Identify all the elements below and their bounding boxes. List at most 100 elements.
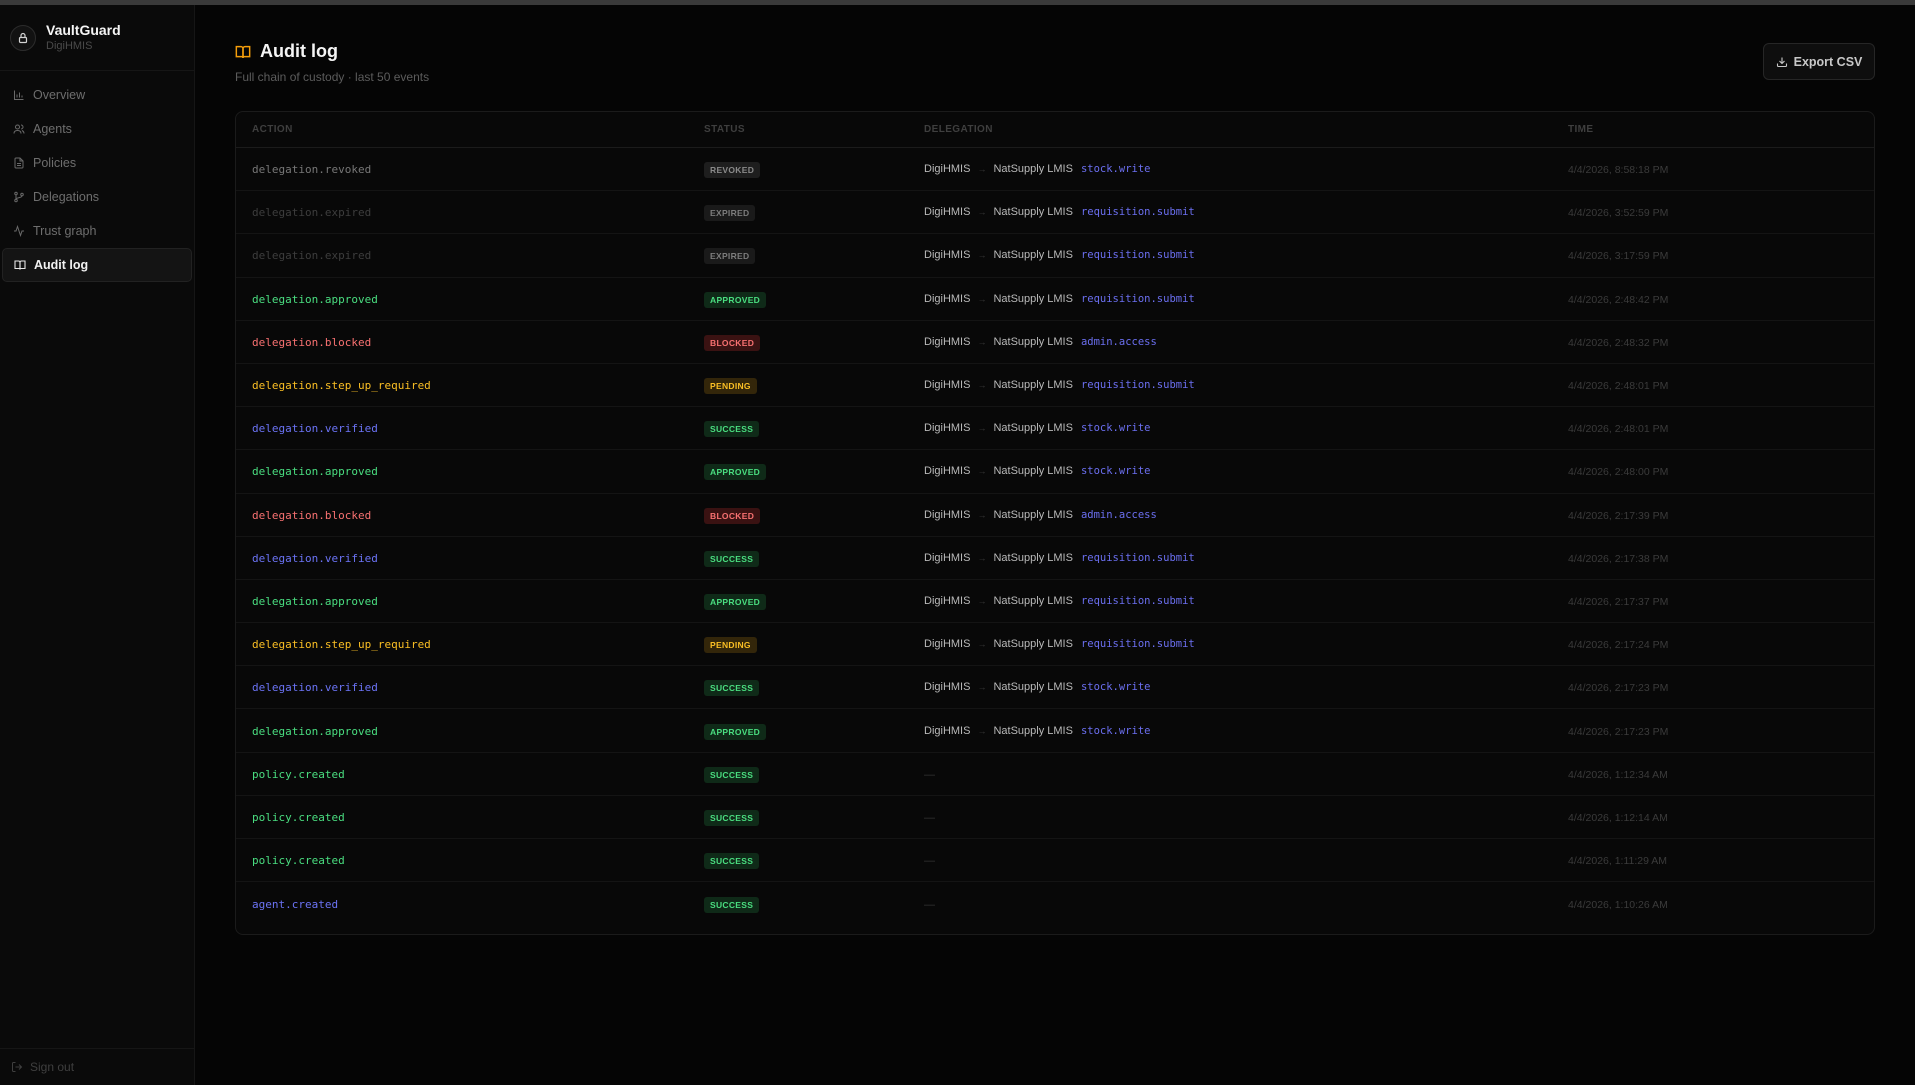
column-header-delegation: DELEGATION — [924, 124, 993, 135]
sidebar-item-audit-log[interactable]: Audit log — [2, 248, 192, 282]
sidebar-item-label: Overview — [33, 88, 86, 102]
delegation-cell: — — [924, 765, 1568, 783]
arrow-right-icon: → — [977, 380, 987, 391]
sign-out-button[interactable]: Sign out — [0, 1048, 194, 1085]
book-icon — [13, 258, 27, 272]
brand: VaultGuard DigiHMIS — [0, 5, 194, 71]
action-cell: delegation.expired — [236, 246, 704, 264]
status-badge: BLOCKED — [704, 507, 761, 524]
time-cell: 4/4/2026, 2:48:01 PM — [1568, 376, 1874, 394]
table-row[interactable]: policy.created SUCCESS — 4/4/2026, 1:11:… — [236, 839, 1874, 883]
delegation-scope: requisition.submit — [1080, 638, 1195, 651]
table-row[interactable]: delegation.approved APPROVED DigiHMIS → … — [236, 450, 1874, 494]
table-header: ACTION STATUS DELEGATION TIME — [236, 112, 1874, 148]
main-content: Audit log Full chain of custody · last 5… — [195, 5, 1915, 1085]
timestamp: 4/4/2026, 8:58:18 PM — [1568, 164, 1669, 177]
action-text: delegation.expired — [252, 249, 372, 263]
timestamp: 4/4/2026, 2:17:37 PM — [1568, 595, 1669, 608]
column-header-status: STATUS — [704, 124, 745, 135]
table-row[interactable]: delegation.approved APPROVED DigiHMIS → … — [236, 278, 1874, 321]
time-cell: 4/4/2026, 2:48:00 PM — [1568, 462, 1874, 480]
delegation-cell: DigiHMIS → NatSupply LMIS stock.write — [924, 422, 1568, 434]
action-cell: delegation.step_up_required — [236, 635, 704, 653]
export-csv-button[interactable]: Export CSV — [1763, 43, 1875, 80]
timestamp: 4/4/2026, 3:52:59 PM — [1568, 207, 1669, 220]
status-badge: SUCCESS — [704, 766, 760, 783]
status-badge: EXPIRED — [704, 248, 756, 265]
action-text: delegation.step_up_required — [252, 638, 431, 652]
sign-out-label: Sign out — [30, 1060, 75, 1074]
action-text: policy.created — [252, 854, 345, 868]
arrow-right-icon: → — [977, 423, 987, 434]
time-cell: 4/4/2026, 2:48:32 PM — [1568, 333, 1874, 351]
empty-delegation: — — [924, 855, 935, 868]
delegation-from: DigiHMIS — [924, 638, 971, 651]
sidebar-item-overview[interactable]: Overview — [2, 78, 192, 112]
table-row[interactable]: delegation.approved APPROVED DigiHMIS → … — [236, 580, 1874, 624]
status-cell: SUCCESS — [704, 851, 924, 870]
time-cell: 4/4/2026, 2:17:23 PM — [1568, 722, 1874, 740]
delegation-cell: DigiHMIS → NatSupply LMIS requisition.su… — [924, 638, 1568, 650]
table-row[interactable]: delegation.expired EXPIRED DigiHMIS → Na… — [236, 234, 1874, 278]
delegation-to: NatSupply LMIS — [993, 422, 1073, 435]
delegation-from: DigiHMIS — [924, 465, 971, 478]
time-cell: 4/4/2026, 1:12:34 AM — [1568, 765, 1874, 783]
delegation-scope: admin.access — [1080, 335, 1157, 348]
delegation-to: NatSupply LMIS — [993, 724, 1073, 737]
status-cell: REVOKED — [704, 160, 924, 179]
timestamp: 4/4/2026, 2:17:24 PM — [1568, 639, 1669, 652]
sidebar-item-policies[interactable]: Policies — [2, 146, 192, 180]
table-row[interactable]: delegation.verified SUCCESS DigiHMIS → N… — [236, 666, 1874, 710]
status-cell: PENDING — [704, 635, 924, 654]
table-row[interactable]: delegation.approved APPROVED DigiHMIS → … — [236, 709, 1874, 753]
table-row[interactable]: delegation.step_up_required PENDING Digi… — [236, 364, 1874, 408]
table-row[interactable]: delegation.verified SUCCESS DigiHMIS → N… — [236, 407, 1874, 451]
table-row[interactable]: delegation.step_up_required PENDING Digi… — [236, 623, 1874, 667]
column-header-action: ACTION — [252, 124, 293, 135]
sidebar-item-agents[interactable]: Agents — [2, 112, 192, 146]
table-row[interactable]: delegation.verified SUCCESS DigiHMIS → N… — [236, 537, 1874, 580]
sidebar-item-label: Policies — [33, 156, 77, 170]
table-row[interactable]: delegation.blocked BLOCKED DigiHMIS → Na… — [236, 494, 1874, 537]
table-body: delegation.revoked REVOKED DigiHMIS → Na… — [236, 148, 1874, 925]
table-row[interactable]: delegation.blocked BLOCKED DigiHMIS → Na… — [236, 321, 1874, 364]
page-subtitle: Full chain of custody · last 50 events — [235, 70, 430, 84]
book-open-icon — [235, 44, 251, 60]
table-row[interactable]: policy.created SUCCESS — 4/4/2026, 1:12:… — [236, 796, 1874, 839]
delegation-scope: requisition.submit — [1080, 292, 1195, 305]
delegation-scope: stock.write — [1080, 163, 1151, 176]
time-cell: 4/4/2026, 2:17:24 PM — [1568, 635, 1874, 653]
arrow-right-icon: → — [977, 466, 987, 477]
table-row[interactable]: agent.created SUCCESS — 4/4/2026, 1:10:2… — [236, 882, 1874, 925]
timestamp: 4/4/2026, 2:48:01 PM — [1568, 380, 1669, 393]
empty-delegation: — — [924, 811, 935, 824]
time-cell: 4/4/2026, 2:48:42 PM — [1568, 290, 1874, 308]
status-badge: EXPIRED — [704, 205, 756, 222]
time-cell: 4/4/2026, 8:58:18 PM — [1568, 160, 1874, 178]
status-cell: APPROVED — [704, 462, 924, 481]
delegation-from: DigiHMIS — [924, 422, 971, 435]
action-cell: agent.created — [236, 895, 704, 913]
sidebar-item-delegations[interactable]: Delegations — [2, 180, 192, 214]
action-cell: delegation.approved — [236, 290, 704, 308]
status-badge: SUCCESS — [704, 853, 760, 870]
status-badge: SUCCESS — [704, 550, 760, 567]
status-cell: PENDING — [704, 376, 924, 395]
delegation-cell: DigiHMIS → NatSupply LMIS requisition.su… — [924, 595, 1568, 607]
table-row[interactable]: policy.created SUCCESS — 4/4/2026, 1:12:… — [236, 753, 1874, 796]
timestamp: 4/4/2026, 2:48:00 PM — [1568, 466, 1669, 479]
delegation-cell: DigiHMIS → NatSupply LMIS stock.write — [924, 681, 1568, 693]
arrow-right-icon: → — [977, 164, 987, 175]
timestamp: 4/4/2026, 1:12:14 AM — [1568, 811, 1668, 824]
sidebar-item-trust-graph[interactable]: Trust graph — [2, 214, 192, 248]
table-row[interactable]: delegation.revoked REVOKED DigiHMIS → Na… — [236, 148, 1874, 192]
arrow-right-icon: → — [977, 250, 987, 261]
export-csv-label: Export CSV — [1793, 54, 1863, 69]
table-row[interactable]: delegation.expired EXPIRED DigiHMIS → Na… — [236, 191, 1874, 235]
delegation-to: NatSupply LMIS — [993, 508, 1073, 521]
status-cell: SUCCESS — [704, 419, 924, 438]
time-cell: 4/4/2026, 2:48:01 PM — [1568, 419, 1874, 437]
status-cell: BLOCKED — [704, 506, 924, 524]
delegation-cell: DigiHMIS → NatSupply LMIS requisition.su… — [924, 293, 1568, 305]
status-badge: PENDING — [704, 637, 757, 654]
